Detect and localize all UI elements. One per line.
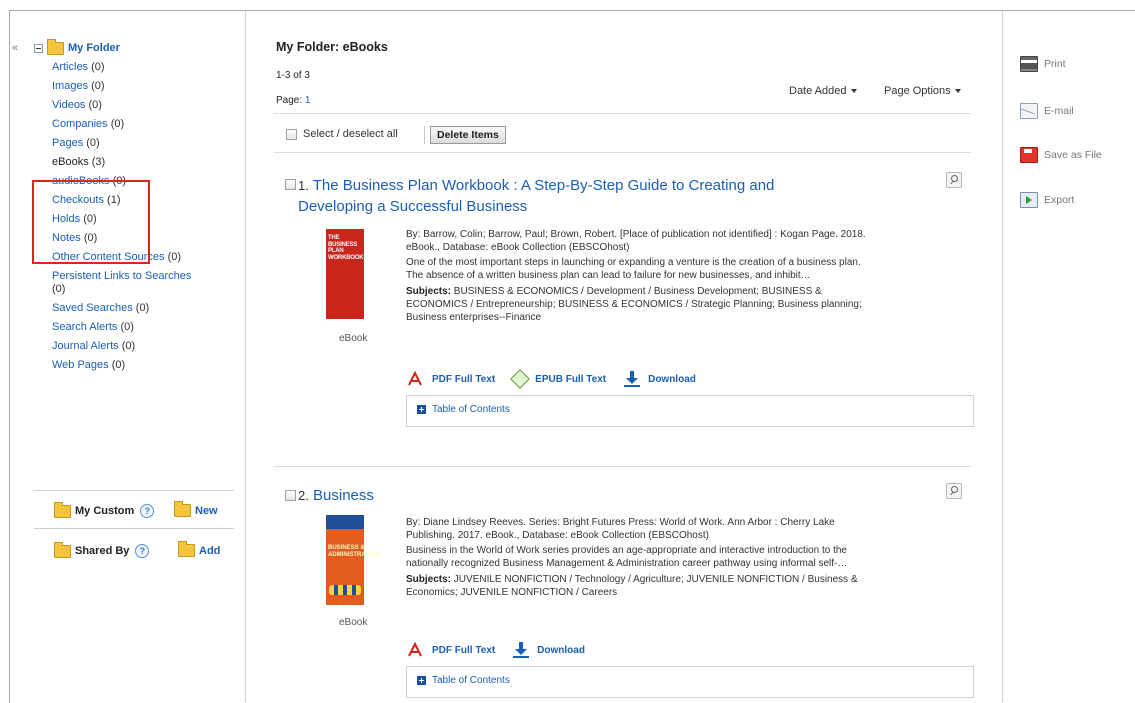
preview-icon[interactable] (946, 483, 962, 499)
divider (245, 11, 246, 702)
divider (34, 490, 234, 491)
result-title[interactable]: 2. Business (298, 485, 898, 506)
pdf-full-text-link[interactable]: PDF Full Text (432, 645, 495, 656)
expand-icon (417, 676, 426, 685)
table-of-contents-toggle[interactable]: Table of Contents (417, 404, 510, 415)
collapse-tree-icon[interactable] (34, 43, 43, 53)
collapse-sidebar-button[interactable]: « (12, 42, 18, 54)
result-metadata: By: Barrow, Colin; Barrow, Paul; Brown, … (406, 229, 866, 323)
result-links: PDF Full Text EPUB Full Text Download (406, 369, 696, 389)
page-link[interactable]: 1 (305, 95, 311, 106)
my-custom-header: My Custom ? (54, 501, 155, 518)
folder-icon (54, 541, 71, 558)
sidebar-item-journal-alerts[interactable]: Journal Alerts (0) (52, 340, 239, 353)
epub-full-text-link[interactable]: EPUB Full Text (535, 374, 606, 385)
expand-icon (417, 405, 426, 414)
table-of-contents-box: Table of Contents (406, 666, 974, 698)
sidebar-item-companies[interactable]: Companies (0) (52, 118, 239, 131)
page-title: My Folder: eBooks (276, 40, 388, 54)
chevron-down-icon (850, 89, 857, 94)
divider (274, 152, 971, 153)
my-folder-root[interactable]: My Folder (34, 38, 239, 55)
folder-icon (54, 501, 71, 518)
shared-by-header: Shared By ? (54, 541, 150, 558)
sidebar-item-saved-searches[interactable]: Saved Searches (0) (52, 302, 239, 315)
table-of-contents-box: Table of Contents (406, 395, 974, 427)
result-metadata: By: Diane Lindsey Reeves. Series: Bright… (406, 517, 858, 598)
sidebar-item-pages[interactable]: Pages (0) (52, 137, 239, 150)
page-options-dropdown[interactable]: Page Options (884, 85, 961, 97)
result-checkbox[interactable] (285, 490, 296, 501)
delete-items-button[interactable]: Delete Items (430, 126, 506, 144)
new-label: New (195, 504, 218, 517)
select-all[interactable]: Select / deselect all (286, 128, 398, 140)
format-label: eBook (339, 333, 368, 344)
export-button[interactable]: Export (1020, 192, 1074, 208)
folder-icon (47, 38, 64, 55)
sidebar-item-persistent-links[interactable]: Persistent Links to Searches (0) (52, 270, 202, 296)
result-links: PDF Full Text Download (406, 641, 585, 659)
divider (424, 126, 425, 144)
email-icon (1020, 103, 1038, 119)
help-icon[interactable]: ? (135, 544, 150, 558)
download-link[interactable]: Download (648, 374, 696, 385)
add-label: Add (199, 544, 221, 557)
table-of-contents-toggle[interactable]: Table of Contents (417, 675, 510, 686)
help-icon[interactable]: ? (140, 504, 155, 518)
sidebar-item-web-pages[interactable]: Web Pages (0) (52, 359, 239, 372)
my-folder-label: My Folder (68, 42, 120, 54)
printer-icon (1020, 56, 1038, 72)
result-title[interactable]: 1. The Business Plan Workbook : A Step-B… (298, 175, 898, 217)
pdf-full-text-link[interactable]: PDF Full Text (432, 374, 495, 385)
page-indicator: Page: 1 (276, 95, 311, 106)
sidebar-item-search-alerts[interactable]: Search Alerts (0) (52, 321, 239, 334)
sidebar-item-videos[interactable]: Videos (0) (52, 99, 239, 112)
download-icon (513, 642, 530, 658)
add-button[interactable]: Add (178, 541, 221, 557)
book-cover[interactable]: BUSINESS & ADMINISTRATION (326, 515, 380, 605)
my-custom-label: My Custom (75, 505, 135, 517)
format-label: eBook (339, 617, 368, 628)
sidebar-item-ebooks[interactable]: eBooks (3) (52, 156, 239, 169)
select-all-checkbox[interactable] (286, 128, 297, 140)
save-icon (1020, 147, 1038, 163)
pdf-icon (408, 641, 422, 657)
highlight-box (32, 180, 150, 264)
divider (1002, 11, 1003, 702)
export-icon (1020, 192, 1038, 208)
book-cover[interactable]: THE BUSINESS PLAN WORKBOOK (326, 229, 364, 319)
divider (274, 113, 971, 114)
sidebar-item-images[interactable]: Images (0) (52, 80, 239, 93)
result-range: 1-3 of 3 (276, 70, 310, 81)
sidebar-item-articles[interactable]: Articles (0) (52, 61, 239, 74)
new-folder-icon (174, 501, 191, 517)
email-button[interactable]: E-mail (1020, 103, 1074, 119)
divider (34, 528, 234, 529)
select-all-label: Select / deselect all (303, 128, 398, 140)
new-folder-button[interactable]: New (174, 501, 218, 517)
add-folder-icon (178, 541, 195, 557)
download-icon (624, 371, 641, 387)
epub-icon (510, 369, 531, 389)
result-checkbox[interactable] (285, 179, 296, 190)
sort-dropdown[interactable]: Date Added (789, 85, 857, 97)
chevron-down-icon (954, 89, 961, 94)
pdf-icon (408, 370, 422, 386)
save-as-file-button[interactable]: Save as File (1020, 147, 1102, 163)
shared-by-label: Shared By (75, 545, 130, 557)
print-button[interactable]: Print (1020, 56, 1066, 72)
download-link[interactable]: Download (537, 645, 585, 656)
divider (274, 466, 971, 467)
preview-icon[interactable] (946, 172, 962, 188)
